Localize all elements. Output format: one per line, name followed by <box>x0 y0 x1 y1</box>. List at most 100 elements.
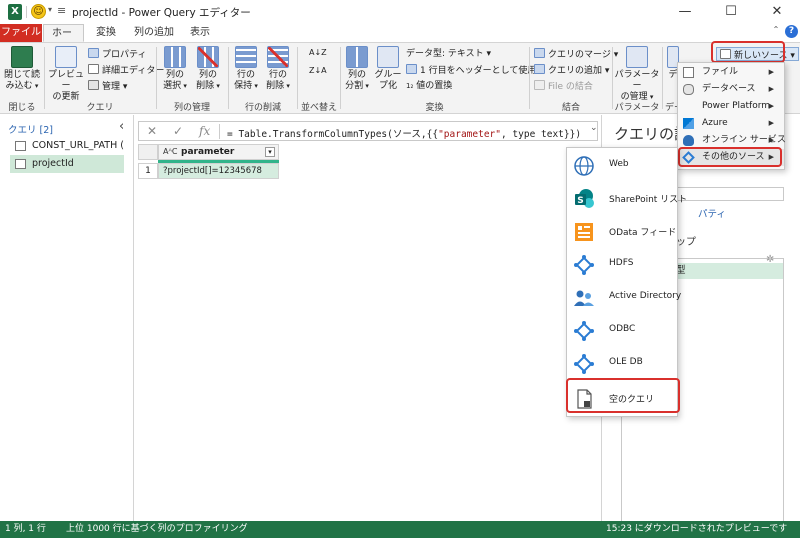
all-properties-link[interactable]: パティ <box>698 206 726 220</box>
group-label-close: 閉じる <box>8 103 36 113</box>
close-button[interactable]: ✕ <box>754 0 800 24</box>
group-separator <box>156 47 157 109</box>
group-label-reduce-rows: 行の削減 <box>244 103 281 113</box>
fx-icon[interactable]: fx <box>199 124 210 138</box>
database-icon <box>683 84 694 95</box>
title-divider <box>26 6 27 18</box>
combine-files-button: File の結合 <box>534 80 593 93</box>
merge-icon <box>534 48 545 58</box>
remove-columns-button[interactable]: 列の 削除 ▾ <box>193 46 223 92</box>
highlight-blank-query <box>566 378 680 413</box>
status-profiling[interactable]: 上位 1000 行に基づく列のプロファイリング <box>66 521 248 538</box>
menu-item-sharepoint-list[interactable]: S SharePoint リスト <box>567 182 687 215</box>
highlight-new-source <box>711 41 785 63</box>
query-item-projectid[interactable]: projectId <box>10 155 124 173</box>
help-icon[interactable]: ? <box>785 25 798 38</box>
group-by-button[interactable]: グルー プ化 <box>373 46 403 92</box>
group-separator <box>44 47 45 109</box>
remove-rows-button[interactable]: 行の 削除 ▾ <box>263 46 293 92</box>
sort-descending-button[interactable]: Z↓A <box>309 65 327 77</box>
column-filter-icon[interactable]: ▾ <box>265 147 275 157</box>
column-header-parameter[interactable]: AᴬC parameter ▾ <box>158 144 279 160</box>
check-icon[interactable]: ✓ <box>173 124 183 138</box>
text-type-icon[interactable]: AᴬC <box>163 145 178 159</box>
table-cell[interactable]: ?projectId[]=12345678 <box>158 163 279 179</box>
close-load-icon <box>11 46 33 68</box>
menu-item-hdfs[interactable]: HDFS <box>567 248 677 281</box>
remove-columns-icon <box>197 46 219 68</box>
collapse-ribbon-icon[interactable]: ⌃ <box>770 25 782 37</box>
advanced-editor-button[interactable]: 詳細エディター <box>88 64 164 77</box>
ribbon-tabs: ファイル ホーム 変換 列の追加 表示 ⌃ ? <box>0 24 800 57</box>
globe-icon <box>574 156 594 176</box>
formula-input[interactable]: = Table.TransformColumnTypes(ソース,{{"para… <box>227 126 581 140</box>
group-label-query: クエリ <box>86 103 114 113</box>
menu-item-odbc[interactable]: ODBC <box>567 314 677 347</box>
table-menu-icon[interactable] <box>138 144 158 160</box>
menu-item-odata-feed[interactable]: OData フィード <box>567 215 677 248</box>
tab-add-column[interactable]: 列の追加 <box>126 24 182 42</box>
menu-item-web[interactable]: Web <box>567 149 677 182</box>
properties-button[interactable]: プロパティ <box>88 48 146 61</box>
hdfs-icon <box>574 255 594 275</box>
group-separator <box>662 47 663 109</box>
group-label-transform: 変換 <box>425 103 444 113</box>
queries-header: クエリ [2] <box>8 125 53 136</box>
keep-rows-icon <box>235 46 257 68</box>
properties-icon <box>88 48 99 58</box>
highlight-other-sources <box>678 147 782 167</box>
query-item-const-url-path[interactable]: CONST_URL_PATH (h... <box>10 137 124 155</box>
data-type-dropdown[interactable]: データ型: テキスト ▾ <box>406 48 491 60</box>
chevron-right-icon: ▶ <box>768 102 774 110</box>
choose-columns-button[interactable]: 列の 選択 ▾ <box>159 46 191 92</box>
replace-values-button[interactable]: 1₂ 値の置換 <box>406 80 452 92</box>
refresh-preview-button[interactable]: プレビュー の更新 <box>46 46 86 103</box>
sharepoint-icon: S <box>575 189 594 208</box>
window-title: projectId - Power Query エディター <box>72 7 251 19</box>
menu-item-ole-db[interactable]: OLE DB <box>567 347 677 380</box>
tab-home[interactable]: ホーム <box>43 24 84 57</box>
manage-button[interactable]: 管理 ▾ <box>88 80 127 93</box>
menu-item-azure[interactable]: Azure ▶ <box>678 115 784 132</box>
ole-db-icon <box>574 354 594 374</box>
expand-formula-icon[interactable]: ⌄ <box>590 123 598 133</box>
advanced-editor-icon <box>88 64 99 74</box>
chevron-down-icon[interactable]: ▾ <box>48 5 52 14</box>
queries-pane: クエリ [2] ‹ CONST_URL_PATH (h... projectId <box>0 115 134 521</box>
applied-steps-header: ップ <box>676 237 696 248</box>
tab-transform[interactable]: 変換 <box>88 24 124 42</box>
manage-parameters-button[interactable]: パラメーター の管理 ▾ <box>614 46 660 103</box>
menu-item-file[interactable]: ファイル ▶ <box>678 64 784 81</box>
odata-icon <box>575 223 593 241</box>
use-first-row-as-headers-button[interactable]: 1 行目をヘッダーとして使用 ▾ <box>406 64 544 77</box>
group-label-combine: 結合 <box>561 103 580 113</box>
data-grid: AᴬC parameter ▾ 1 ?projectId[]=12345678 <box>138 144 280 180</box>
group-separator <box>529 47 530 109</box>
file-icon <box>683 67 694 78</box>
close-and-load-button[interactable]: 閉じて読 み込む ▾ <box>3 46 41 92</box>
refresh-icon <box>55 46 77 68</box>
append-queries-button[interactable]: クエリの追加 ▾ <box>534 64 609 77</box>
minimize-button[interactable]: — <box>662 0 708 24</box>
split-column-button[interactable]: 列の 分割 ▾ <box>342 46 372 92</box>
row-number: 1 <box>138 163 158 179</box>
menu-item-power-platform[interactable]: Power Platform ▶ <box>678 98 784 115</box>
gear-icon[interactable]: ✲ <box>766 254 774 265</box>
menu-item-active-directory[interactable]: Active Directory <box>567 281 681 314</box>
customize-qat-icon[interactable]: ≡ <box>57 4 66 17</box>
collapse-pane-icon[interactable]: ‹ <box>119 119 124 134</box>
keep-rows-button[interactable]: 行の 保持 ▾ <box>231 46 261 92</box>
tab-view[interactable]: 表示 <box>182 24 218 42</box>
excel-logo-icon: X <box>8 4 22 20</box>
feedback-smiley-icon[interactable]: ☺ <box>31 4 46 19</box>
maximize-button[interactable]: ☐ <box>708 0 754 24</box>
tab-file[interactable]: ファイル <box>0 24 42 42</box>
azure-icon <box>683 118 694 129</box>
sort-ascending-button[interactable]: A↓Z <box>309 47 327 59</box>
cancel-icon[interactable]: ✕ <box>147 124 157 138</box>
merge-queries-button[interactable]: クエリのマージ ▾ <box>534 48 618 61</box>
append-icon <box>534 64 545 74</box>
menu-item-database[interactable]: データベース ▶ <box>678 81 784 98</box>
header-row-icon <box>406 64 417 74</box>
chevron-right-icon: ▶ <box>768 85 774 93</box>
